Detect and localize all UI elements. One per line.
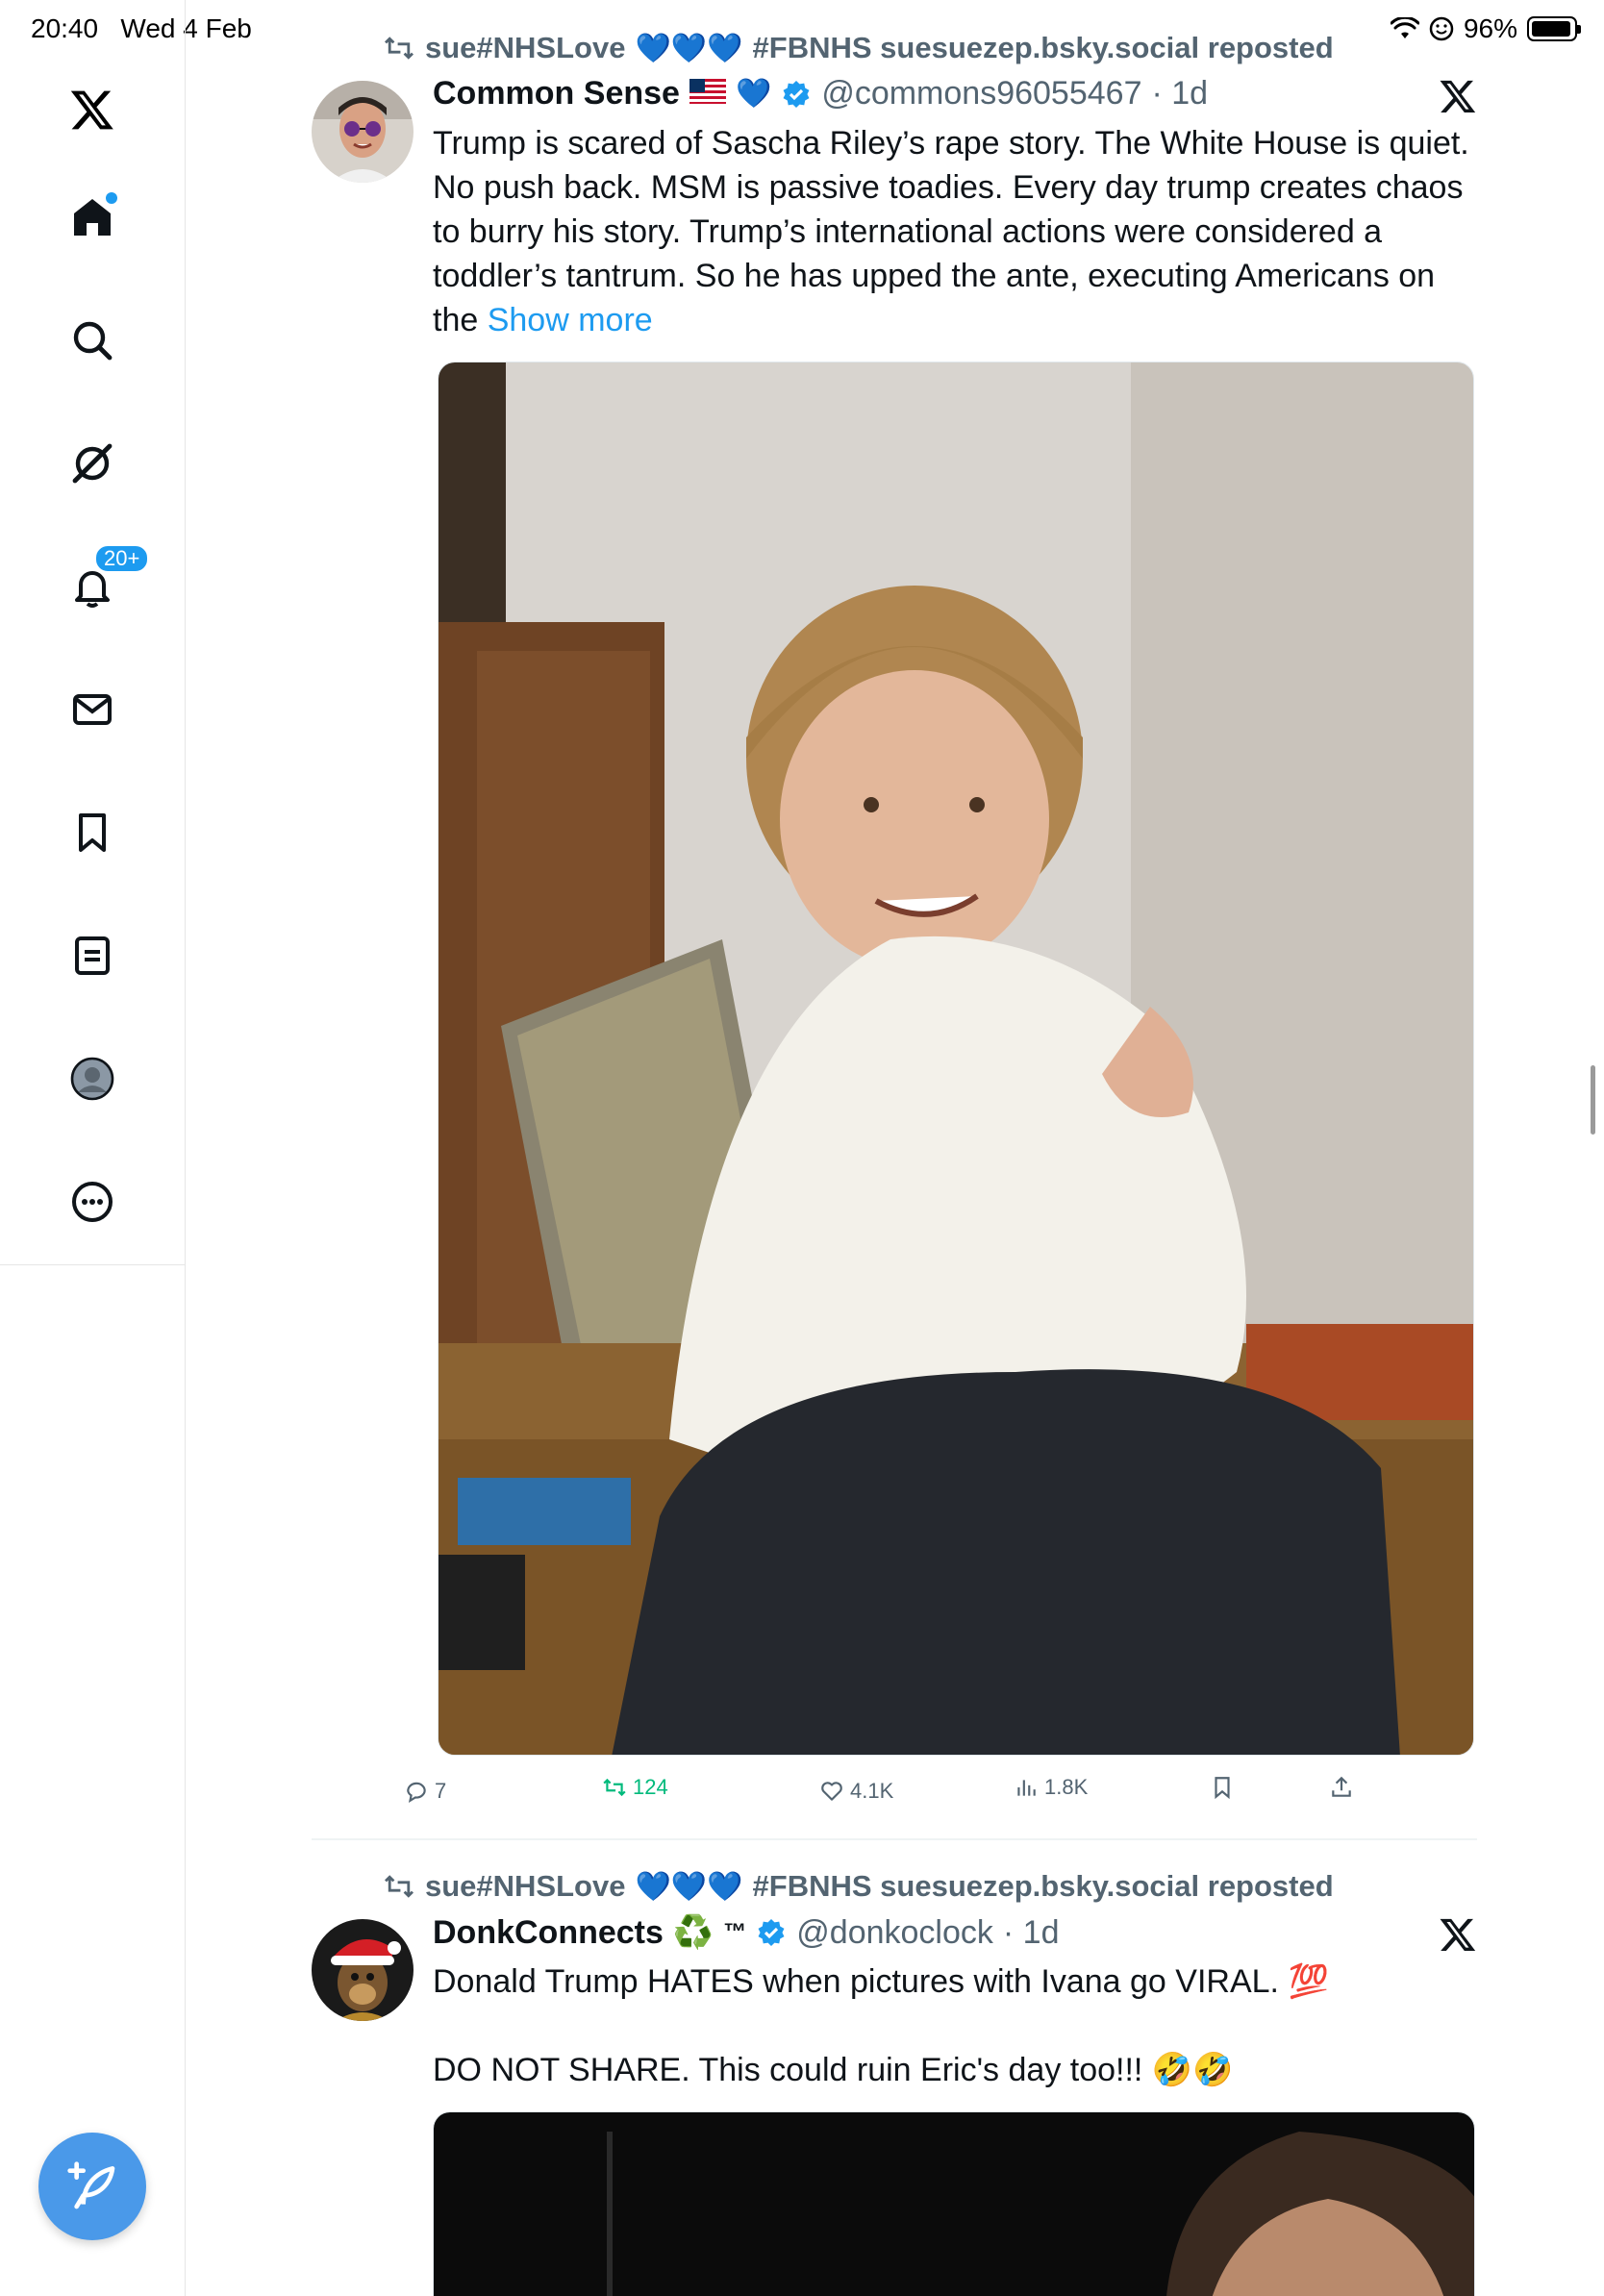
views-icon [1017, 1780, 1036, 1796]
tweet-text: Trump is scared of Sascha Riley’s rape s… [433, 121, 1477, 342]
repost-button[interactable]: 124 [602, 1775, 668, 1800]
x-logo-icon[interactable] [63, 81, 121, 138]
views-button[interactable]: 1.8K [1014, 1775, 1088, 1800]
heart-icon [821, 1782, 842, 1801]
battery-icon [1527, 16, 1581, 41]
battery-percent: 96% [1463, 13, 1517, 43]
repost-indicator: sue#NHSLove 💙💙💙 #FBNHS suesuezep.bsky.so… [383, 1869, 1334, 1904]
us-flag-icon [689, 75, 726, 112]
repost-user[interactable]: sue#NHSLove [425, 31, 625, 65]
compose-icon [67, 2161, 115, 2209]
share-icon [1332, 1776, 1351, 1797]
like-button[interactable]: 4.1K [819, 1779, 893, 1804]
profile-icon[interactable] [63, 1050, 121, 1108]
repost-count: 124 [633, 1775, 668, 1799]
trademark-symbol: ™ [723, 1919, 747, 1945]
recycle-icon: ♻️ [672, 1914, 714, 1951]
status-indicators: 96% [1390, 13, 1581, 44]
repost-icon [385, 1875, 414, 1898]
avatar[interactable] [312, 1919, 414, 2021]
tweet-text: Donald Trump HATES when pictures with Iv… [433, 1959, 1477, 2092]
show-more-link[interactable]: Show more [488, 302, 653, 338]
share-button[interactable] [1329, 1775, 1354, 1800]
tweet-body-line2: DO NOT SHARE. This could ruin Eric's day… [433, 2052, 1234, 2088]
reply-button[interactable]: 7 [404, 1779, 446, 1804]
reply-count: 7 [435, 1779, 447, 1803]
x-brand-icon[interactable] [1439, 77, 1477, 115]
bookmark-button[interactable] [1210, 1775, 1235, 1800]
user-handle[interactable]: @donkoclock [796, 1914, 993, 1952]
display-name[interactable]: Common Sense [433, 75, 680, 112]
tweet-actions: 7 124 4.1K 1.8K [407, 1775, 1394, 1809]
tweet-photo[interactable] [433, 2111, 1475, 2296]
tweet-divider [312, 1838, 1477, 1840]
repost-user[interactable]: sue#NHSLove [425, 1869, 625, 1904]
reply-icon [407, 1782, 426, 1803]
home-notification-dot [106, 192, 117, 204]
bookmark-icon [1215, 1777, 1230, 1800]
tweet-time[interactable]: · 1d [1003, 1914, 1060, 1952]
blue-heart-icon: 💙💙💙 [635, 1870, 743, 1903]
repost-icon [603, 1778, 626, 1797]
views-count: 1.8K [1044, 1775, 1089, 1799]
repost-suffix: #FBNHS suesuezep.bsky.social reposted [752, 31, 1334, 64]
verified-badge-icon [758, 1919, 785, 1946]
verified-badge-icon [783, 80, 810, 108]
compose-button[interactable] [38, 2133, 146, 2240]
display-name[interactable]: DonkConnects [433, 1914, 664, 1952]
wifi-icon [1390, 17, 1419, 38]
more-icon[interactable] [63, 1173, 121, 1231]
scrollbar[interactable] [1591, 1065, 1595, 1135]
repost-suffix: #FBNHS suesuezep.bsky.social reposted [752, 1869, 1334, 1903]
home-icon[interactable] [63, 188, 121, 246]
grok-icon[interactable] [63, 435, 121, 492]
tweet-header: Common Sense 💙 @commons96055467 · 1d [433, 75, 1208, 112]
bookmarks-icon[interactable] [63, 804, 121, 861]
sidebar-divider [185, 1265, 186, 2296]
tweet-time[interactable]: · 1d [1151, 75, 1208, 112]
avatar[interactable] [312, 81, 414, 183]
notifications-badge: 20+ [94, 544, 150, 573]
messages-icon[interactable] [63, 681, 121, 738]
repost-indicator: sue#NHSLove 💙💙💙 #FBNHS suesuezep.bsky.so… [383, 31, 1334, 65]
focus-smiley-icon [1429, 16, 1454, 41]
like-count: 4.1K [850, 1779, 894, 1803]
search-icon[interactable] [63, 312, 121, 369]
tweet-body-line1: Donald Trump HATES when pictures with Iv… [433, 1963, 1329, 2000]
lists-icon[interactable] [63, 927, 121, 985]
blue-heart-icon: 💙💙💙 [635, 32, 743, 64]
repost-icon [385, 37, 414, 60]
notifications-icon[interactable]: 20+ [63, 544, 150, 615]
tweet-header: DonkConnects ♻️ ™ @donkoclock · 1d [433, 1913, 1059, 1952]
x-brand-icon[interactable] [1439, 1915, 1477, 1954]
blue-heart-icon: 💙 [735, 78, 772, 110]
user-handle[interactable]: @commons96055467 [821, 75, 1141, 112]
tweet-photo[interactable] [438, 362, 1474, 1756]
